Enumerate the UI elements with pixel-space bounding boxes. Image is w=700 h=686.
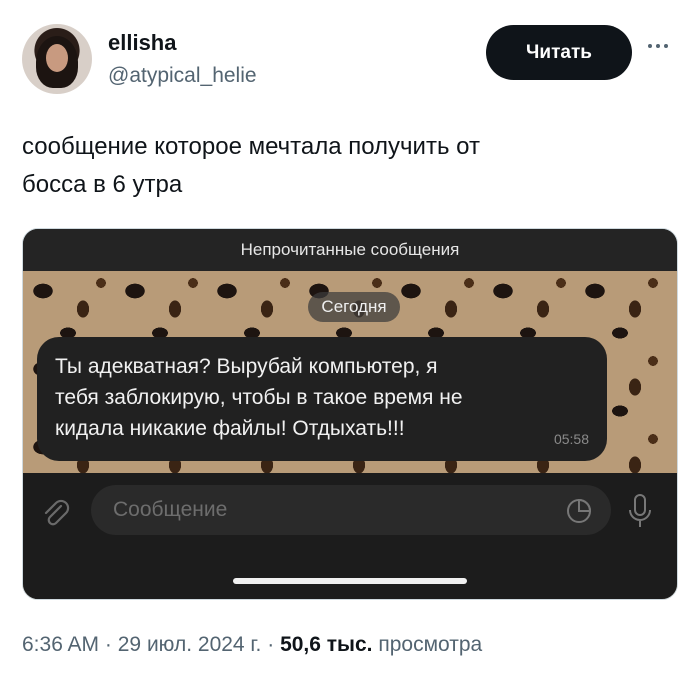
more-horizontal-icon[interactable] xyxy=(648,36,676,56)
views-count: 50,6 тыс. xyxy=(280,633,373,656)
tweet-text: сообщение которое мечтала получить от бо… xyxy=(22,128,662,204)
message-text: Ты адекватная? Вырубай компьютер, я тебя… xyxy=(55,351,600,444)
unread-messages-banner: Непрочитанные сообщения xyxy=(23,229,677,271)
message-input-placeholder: Сообщение xyxy=(113,498,228,521)
tweet-text-line: сообщение которое мечтала получить от xyxy=(22,133,480,160)
bottom-safe-area xyxy=(23,541,677,599)
home-indicator xyxy=(233,578,467,584)
avatar[interactable] xyxy=(22,24,92,94)
message-bubble[interactable]: Ты адекватная? Вырубай компьютер, я тебя… xyxy=(37,337,607,461)
paperclip-icon[interactable] xyxy=(39,497,71,529)
meta-separator: · xyxy=(267,633,275,656)
sticker-icon[interactable] xyxy=(566,498,592,524)
message-line: тебя заблокирую, чтобы в такое время не xyxy=(55,386,463,409)
tweet-text-line: босса в 6 утра xyxy=(22,171,183,198)
avatar-face xyxy=(46,44,68,72)
follow-button[interactable]: Читать xyxy=(486,25,632,80)
tweet-metadata: 6:36 AM · 29 июл. 2024 г. · 50,6 тыс. пр… xyxy=(22,633,482,657)
microphone-icon[interactable] xyxy=(625,493,655,529)
meta-separator: · xyxy=(104,633,112,656)
display-name[interactable]: ellisha xyxy=(108,30,176,56)
message-line: кидала никакие файлы! Отдыхать!!! xyxy=(55,417,405,440)
message-input[interactable]: Сообщение xyxy=(91,485,611,535)
message-timestamp: 05:58 xyxy=(553,431,589,447)
views-label: просмотра xyxy=(378,633,483,656)
date-separator-pill: Сегодня xyxy=(308,292,400,322)
tweet-time[interactable]: 6:36 AM xyxy=(22,633,99,656)
user-handle[interactable]: @atypical_helie xyxy=(108,64,257,88)
tweet-date[interactable]: 29 июл. 2024 г. xyxy=(118,633,262,656)
tweet-media-screenshot[interactable]: Непрочитанные сообщения Сегодня Ты адекв… xyxy=(22,228,678,600)
message-line: Ты адекватная? Вырубай компьютер, я xyxy=(55,355,438,378)
